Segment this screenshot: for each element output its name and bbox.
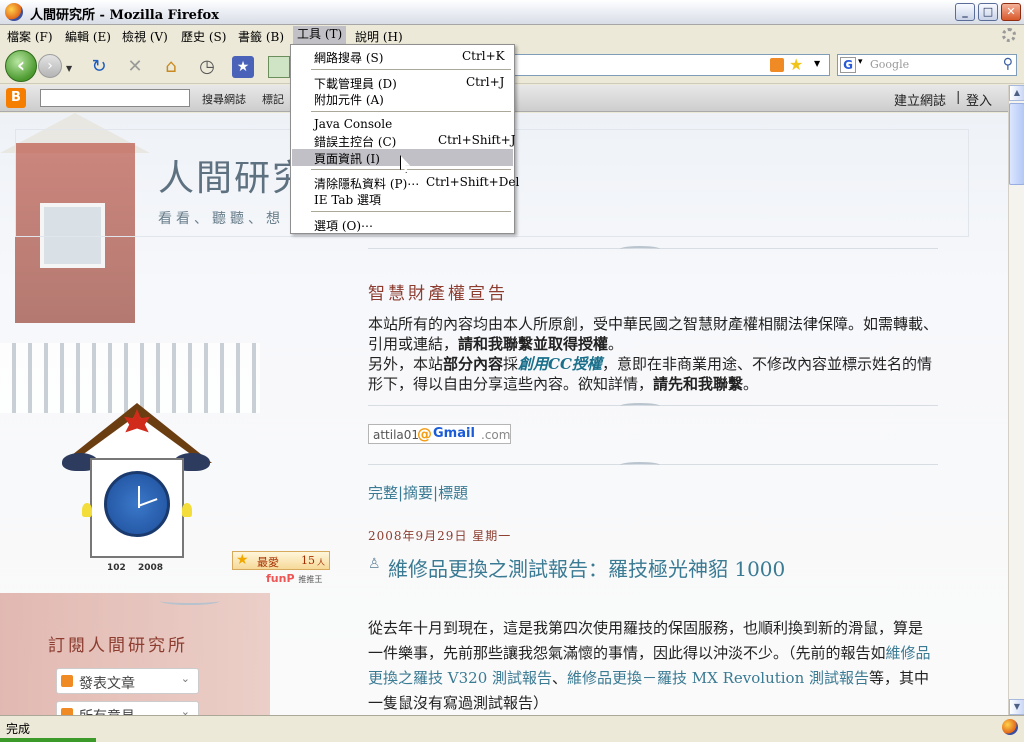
sidebar-divider (160, 597, 220, 605)
subscribe-title: 訂閱人間研究所 (48, 636, 188, 656)
close-button[interactable]: ✕ (1001, 3, 1021, 21)
blog-search-button[interactable]: 搜尋網誌 (202, 91, 246, 107)
blog-title[interactable]: 人間研究 (158, 149, 310, 201)
bookmark-star-icon[interactable]: ★ (789, 55, 803, 74)
favorite-count: 15 (301, 554, 315, 567)
throbber-icon (1002, 28, 1016, 42)
rss-icon (61, 675, 73, 687)
forward-button[interactable]: › (38, 54, 62, 78)
firefox-icon (5, 3, 23, 21)
menu-bookmarks[interactable]: 書籤 (B) (238, 28, 284, 45)
stop-button[interactable]: ✕ (124, 56, 146, 78)
menu-item-options[interactable]: 選項 (O)⋯ (292, 216, 513, 233)
menu-item-web-search[interactable]: 網路搜尋 (S) Ctrl+K (292, 48, 513, 65)
notice-paragraph-2: 另外，本站部分內容採創用CC授權，意即在非商業用途、不修改內容並標示姓名的情形下… (368, 355, 932, 393)
scroll-thumb[interactable] (1009, 103, 1024, 185)
history-button[interactable]: ◷ (196, 56, 218, 78)
menu-file[interactable]: 檔案 (F) (7, 28, 53, 45)
chevron-down-icon: ⌄ (180, 705, 190, 715)
post-date: 2008年9月29日 星期一 (368, 529, 512, 543)
menu-tools[interactable]: 工具 (T) (293, 26, 347, 45)
bookmarks-button[interactable]: ★ (232, 56, 254, 78)
notice-title: 智慧財產權宣告 (368, 284, 508, 304)
blog-search-input[interactable] (40, 89, 190, 107)
maximize-button[interactable]: □ (978, 3, 998, 21)
menu-separator (311, 211, 511, 212)
window-title: 人間研究所 - Mozilla Firefox (30, 8, 219, 23)
menu-history[interactable]: 歷史 (S) (181, 28, 226, 45)
rss-icon (61, 708, 73, 715)
menu-item-ie-tab-options[interactable]: IE Tab 選項 (292, 190, 513, 207)
clock-widget: 102 2008 (62, 403, 212, 583)
url-dropdown-icon[interactable]: ▼ (814, 59, 820, 68)
menu-view[interactable]: 檢視 (V) (122, 28, 168, 45)
rss-feed-icon[interactable] (770, 58, 784, 72)
menu-item-clear-private-data[interactable]: 清除隱私資料 (P)⋯ Ctrl+Shift+Del (292, 174, 519, 191)
progress-indicator (0, 738, 96, 742)
ornament-icon (620, 462, 660, 468)
clock-year-left: 102 (107, 563, 126, 573)
menu-bar: 檔案 (F) 編輯 (E) 檢視 (V) 歷史 (S) 書籤 (B) 工具 (T… (0, 25, 1024, 46)
gmail-logo: Gmail (433, 426, 475, 441)
home-button[interactable]: ⌂ (160, 56, 182, 78)
minimize-button[interactable]: _ (955, 3, 975, 21)
ornament-icon (620, 246, 660, 252)
menu-edit[interactable]: 編輯 (E) (65, 28, 111, 45)
post-title[interactable]: 維修品更換之測試報告：羅技極光神貂 1000 (388, 553, 785, 582)
scroll-down-icon[interactable]: ▼ (1009, 699, 1024, 715)
newtab-icon[interactable] (268, 56, 290, 78)
menu-separator (311, 169, 511, 170)
favorite-unit: 人 (317, 558, 325, 567)
tools-menu: 網路搜尋 (S) Ctrl+K 下載管理員 (D) Ctrl+J 附加元件 (A… (290, 44, 519, 234)
favorite-label: 最愛 (257, 556, 279, 569)
post-body: 從去年十月到現在，這是我第四次使用羅技的保固服務，也順利換到新的滑鼠，算是一件樂… (368, 619, 931, 712)
view-mode-links[interactable]: 完整|摘要|標題 (368, 482, 468, 503)
back-button[interactable]: ‹ (5, 50, 37, 82)
clock-year-right: 2008 (138, 563, 164, 573)
firefox-status-icon (1002, 719, 1018, 735)
ornament-icon (620, 403, 660, 409)
search-box[interactable]: G ▾ Google ⚲ (837, 54, 1017, 76)
title-bar: 人間研究所 - Mozilla Firefox _ □ ✕ (0, 0, 1024, 25)
flag-blog-link[interactable]: 標記 (262, 91, 284, 107)
search-engine-dropdown-icon[interactable]: ▾ (858, 57, 863, 67)
search-engine-icon[interactable]: G (840, 57, 856, 73)
blog-subtitle: 看看、聽聽、想 (158, 211, 284, 227)
login-link[interactable]: 登入 (966, 90, 992, 109)
email-badge: attila01 @ Gmail .com (368, 424, 511, 444)
funp-logo[interactable]: funP 推推王 (266, 572, 322, 585)
blogger-logo-icon[interactable]: B (6, 88, 26, 108)
cc-license-link[interactable]: 創用CC授權 (518, 355, 602, 373)
menu-separator (311, 111, 511, 112)
search-go-icon[interactable]: ⚲ (1003, 56, 1013, 72)
notice-paragraph-1: 本站所有的內容均由本人所原創，受中華民國之智慧財產權相關法律保障。如需轉載、引用… (368, 315, 939, 353)
search-placeholder: Google (870, 58, 910, 71)
subscribe-posts-dropdown[interactable]: 發表文章 ⌄ (56, 668, 199, 694)
create-blog-link[interactable]: 建立網誌 (894, 90, 946, 109)
scroll-up-icon[interactable]: ▲ (1009, 85, 1024, 101)
history-dropdown-icon[interactable]: ▼ (66, 64, 72, 73)
favorite-button[interactable]: ★ 最愛 15 人 (232, 551, 330, 570)
menu-help[interactable]: 說明 (H) (355, 28, 403, 45)
menu-item-error-console[interactable]: 錯誤主控台 (C) Ctrl+Shift+J (292, 132, 516, 149)
subscribe-comments-dropdown[interactable]: 所有意見 ⌄ (56, 701, 199, 715)
status-text: 完成 (6, 722, 31, 736)
bar-separator: | (956, 90, 961, 105)
clock-face-icon (104, 471, 170, 537)
menu-item-addons[interactable]: 附加元件 (A) (292, 90, 513, 107)
reload-button[interactable]: ↻ (88, 56, 110, 78)
chevron-down-icon: ⌄ (180, 672, 190, 685)
menu-item-java-console[interactable]: Java Console (292, 116, 513, 133)
vertical-scrollbar[interactable]: ▲ ▼ (1008, 85, 1024, 715)
status-bar: 完成 (0, 715, 1024, 742)
post-link-mx-revolution[interactable]: 維修品更換－羅技 MX Revolution 測試報告 (567, 669, 869, 687)
menu-item-downloads[interactable]: 下載管理員 (D) Ctrl+J (292, 74, 513, 91)
post-icon: ♙ (368, 556, 381, 572)
menu-separator (311, 69, 511, 70)
favorite-star-icon: ★ (236, 552, 249, 568)
